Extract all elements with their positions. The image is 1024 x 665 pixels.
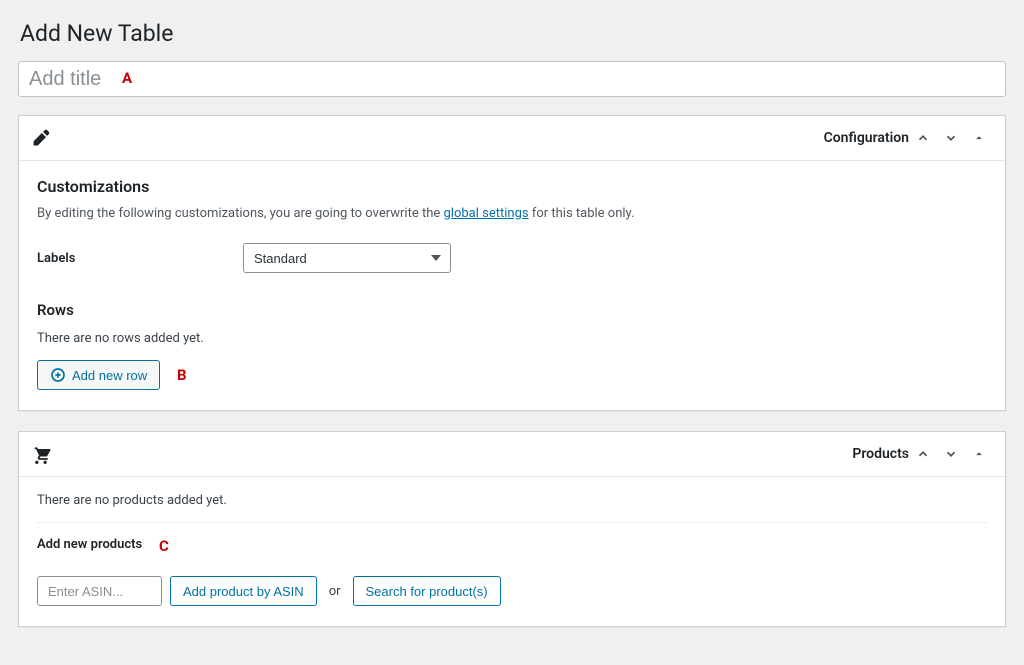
collapse-toggle-button[interactable] [965, 126, 993, 150]
plug-icon [31, 128, 51, 148]
move-down-button[interactable] [937, 442, 965, 466]
customizations-description: By editing the following customizations,… [37, 206, 987, 221]
customizations-heading: Customizations [37, 177, 987, 196]
page-title: Add New Table [18, 18, 1006, 47]
divider [37, 522, 987, 523]
search-products-button[interactable]: Search for product(s) [353, 576, 501, 606]
products-panel-header: Products [19, 432, 1005, 477]
rows-empty-text: There are no rows added yet. [37, 331, 987, 346]
add-row-button[interactable]: Add new row [37, 360, 160, 390]
rows-heading: Rows [37, 301, 987, 319]
products-panel: Products There are no products added yet… [18, 431, 1006, 627]
labels-select[interactable]: Standard [243, 243, 451, 273]
products-empty-text: There are no products added yet. [37, 493, 987, 508]
configuration-panel: Configuration Customizations By editing … [18, 115, 1006, 411]
annotation-b: B [177, 366, 187, 384]
move-down-button[interactable] [937, 126, 965, 150]
search-products-button-label: Search for product(s) [366, 584, 488, 599]
plus-circle-icon [50, 367, 66, 383]
configuration-panel-body: Customizations By editing the following … [19, 161, 1005, 410]
asin-input[interactable] [37, 576, 162, 606]
global-settings-link[interactable]: global settings [443, 206, 528, 221]
labels-field-row: Labels Standard [37, 243, 987, 273]
add-row-button-label: Add new row [72, 368, 147, 383]
annotation-c: C [159, 537, 169, 555]
add-products-label: Add new products [37, 537, 142, 552]
products-panel-body: There are no products added yet. Add new… [19, 477, 1005, 626]
title-input[interactable] [18, 61, 1006, 97]
move-up-button[interactable] [909, 126, 937, 150]
add-by-asin-button[interactable]: Add product by ASIN [170, 576, 317, 606]
configuration-panel-title: Configuration [824, 130, 909, 146]
labels-label: Labels [37, 251, 243, 266]
add-by-asin-button-label: Add product by ASIN [183, 584, 304, 599]
move-up-button[interactable] [909, 442, 937, 466]
products-panel-title: Products [852, 446, 909, 462]
configuration-panel-header: Configuration [19, 116, 1005, 161]
collapse-toggle-button[interactable] [965, 442, 993, 466]
add-products-row: Add product by ASIN or Search for produc… [37, 576, 987, 606]
or-text: or [325, 584, 345, 599]
customizations-desc-after: for this table only. [529, 206, 635, 221]
customizations-desc-before: By editing the following customizations,… [37, 206, 443, 221]
cart-icon [31, 444, 51, 464]
